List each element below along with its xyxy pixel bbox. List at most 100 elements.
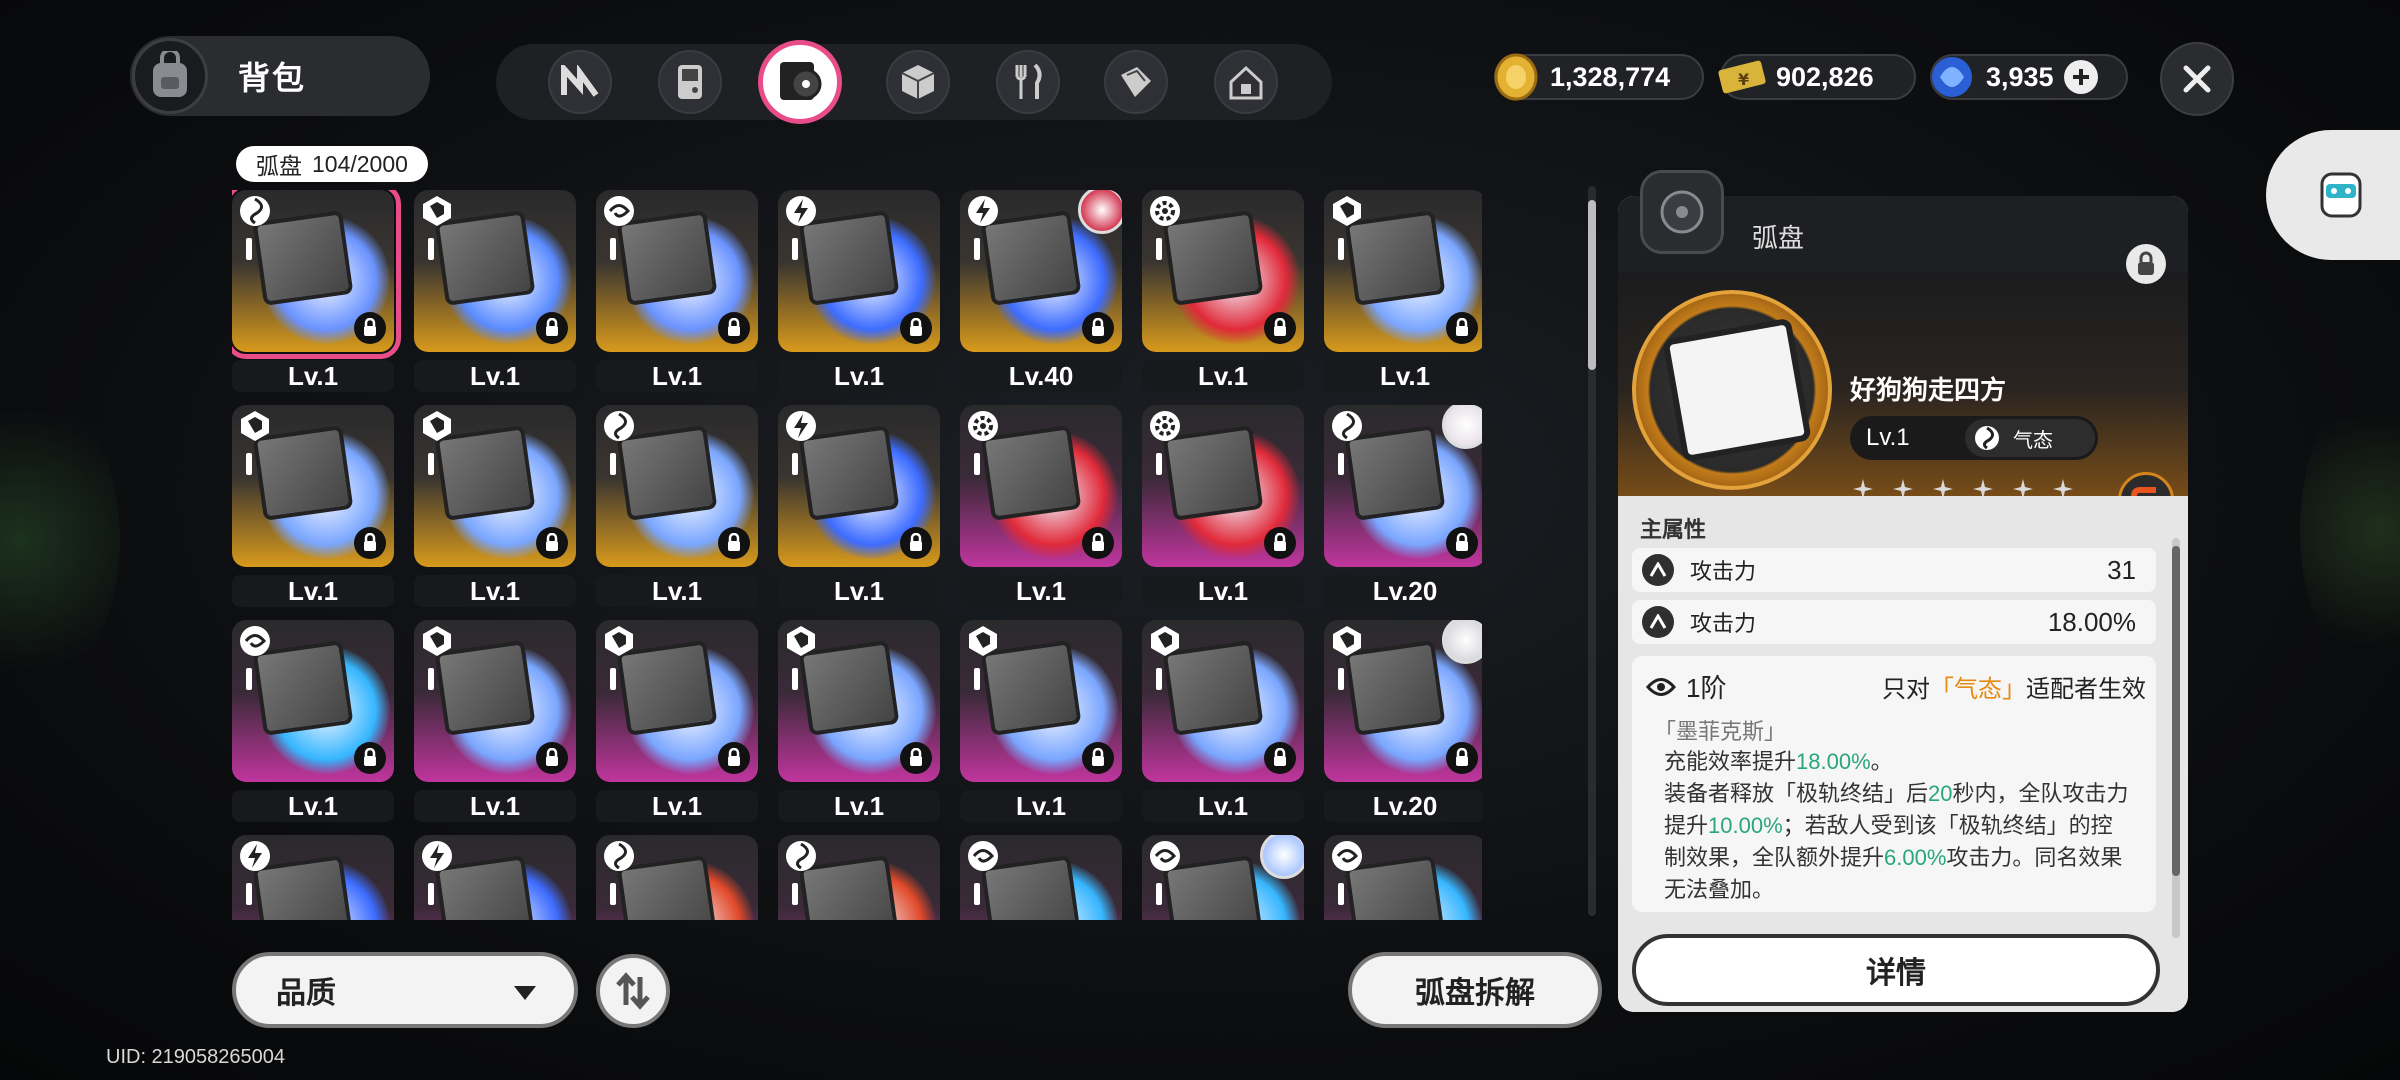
disc-item-cell[interactable]: Lv.1 bbox=[232, 405, 394, 607]
disc-item-cell[interactable]: Lv.1 bbox=[1142, 190, 1304, 392]
disc-item-card[interactable] bbox=[778, 190, 940, 352]
uid-label: UID: 219058265004 bbox=[106, 1046, 286, 1068]
inventory-scroll-thumb[interactable] bbox=[1588, 200, 1596, 370]
disc-item-cell[interactable]: Lv.1 bbox=[960, 405, 1122, 607]
disc-item-cell[interactable]: Lv.40 bbox=[960, 190, 1122, 392]
disc-item-cell[interactable]: Lv.1 bbox=[232, 620, 394, 822]
detail-scroll-thumb[interactable] bbox=[2172, 546, 2180, 876]
rank-mark bbox=[1338, 453, 1344, 475]
disc-item-cell[interactable]: Lv.1 bbox=[778, 405, 940, 607]
disc-item-cell[interactable] bbox=[960, 835, 1122, 920]
inventory-scrollbar[interactable] bbox=[1588, 186, 1596, 916]
tab-gameboy-icon[interactable] bbox=[658, 50, 722, 114]
disc-item-card[interactable] bbox=[1324, 620, 1482, 782]
tab-cube-icon[interactable] bbox=[886, 50, 950, 114]
disc-item-card[interactable] bbox=[960, 405, 1122, 567]
disc-item-card[interactable] bbox=[1324, 190, 1482, 352]
detail-scrollbar[interactable] bbox=[2172, 538, 2180, 938]
shield-hex-icon bbox=[1330, 194, 1364, 228]
disc-item-card[interactable] bbox=[1142, 620, 1304, 782]
disc-item-cell[interactable]: Lv.20 bbox=[1324, 620, 1482, 822]
side-assistant-button[interactable] bbox=[2266, 130, 2400, 260]
disc-item-cell[interactable]: Lv.1 bbox=[596, 620, 758, 822]
disc-item-card[interactable] bbox=[232, 620, 394, 782]
disc-item-cell[interactable] bbox=[1142, 835, 1304, 920]
disc-item-card[interactable] bbox=[1142, 405, 1304, 567]
disc-item-card[interactable] bbox=[960, 190, 1122, 352]
lock-icon bbox=[1446, 312, 1478, 344]
lock-icon bbox=[1264, 312, 1296, 344]
lock-icon bbox=[1264, 527, 1296, 559]
effect-value: 6.00% bbox=[1884, 845, 1947, 870]
background-glow-left bbox=[0, 380, 120, 700]
lock-icon bbox=[1264, 742, 1296, 774]
disc-item-card[interactable] bbox=[596, 405, 758, 567]
lock-icon bbox=[900, 742, 932, 774]
disc-item-cell[interactable]: Lv.1 bbox=[960, 620, 1122, 822]
disc-lock-toggle[interactable] bbox=[2126, 244, 2166, 284]
disc-item-card[interactable] bbox=[960, 835, 1122, 920]
disc-item-cell[interactable]: Lv.1 bbox=[414, 405, 576, 607]
disc-item-cell[interactable] bbox=[414, 835, 576, 920]
tab-n-logo-icon[interactable] bbox=[548, 50, 612, 114]
disc-item-card[interactable] bbox=[778, 835, 940, 920]
disc-item-level: Lv.1 bbox=[596, 575, 758, 607]
disc-item-cell[interactable]: Lv.20 bbox=[1324, 405, 1482, 607]
disc-item-card[interactable] bbox=[1324, 405, 1482, 567]
effect-value: 18.00% bbox=[1796, 749, 1871, 774]
rank-mark bbox=[428, 668, 434, 690]
disc-item-cell[interactable]: Lv.1 bbox=[596, 190, 758, 392]
tab-fork-knife-icon[interactable] bbox=[996, 50, 1060, 114]
disc-item-cell[interactable]: Lv.1 bbox=[414, 190, 576, 392]
disc-item-card[interactable] bbox=[1142, 190, 1304, 352]
disc-item-card[interactable] bbox=[778, 405, 940, 567]
disc-item-cell[interactable] bbox=[778, 835, 940, 920]
disc-item-cell[interactable]: Lv.1 bbox=[1142, 620, 1304, 822]
sort-order-button[interactable] bbox=[596, 954, 670, 1028]
disc-item-cell[interactable]: Lv.1 bbox=[1324, 190, 1482, 392]
category-tab-bar bbox=[496, 40, 1332, 124]
disc-item-card[interactable] bbox=[1142, 835, 1304, 920]
disc-item-card[interactable] bbox=[1324, 835, 1482, 920]
disc-item-card[interactable] bbox=[596, 835, 758, 920]
disc-item-card[interactable] bbox=[960, 620, 1122, 782]
dismantle-button[interactable]: 弧盘拆解 bbox=[1348, 952, 1602, 1028]
disc-item-card[interactable] bbox=[596, 190, 758, 352]
sort-select-label: 品质 bbox=[276, 977, 336, 1010]
effect-text-segment: 装备者释放「极轨终结」后 bbox=[1664, 781, 1929, 806]
disc-item-cell[interactable]: Lv.1 bbox=[596, 405, 758, 607]
rank-mark bbox=[246, 453, 252, 475]
disc-item-cell[interactable]: Lv.1 bbox=[232, 190, 401, 392]
disc-item-cell[interactable] bbox=[232, 835, 394, 920]
gear-icon bbox=[1148, 194, 1182, 228]
disc-item-cell[interactable]: Lv.1 bbox=[1142, 405, 1304, 607]
swirl-icon bbox=[1148, 839, 1182, 873]
lock-icon bbox=[1446, 527, 1478, 559]
disc-item-card[interactable] bbox=[778, 620, 940, 782]
sort-quality-select[interactable]: 品质 bbox=[232, 952, 578, 1028]
disc-item-card[interactable] bbox=[414, 835, 576, 920]
disc-item-card[interactable] bbox=[414, 190, 576, 352]
disc-item-cell[interactable] bbox=[1324, 835, 1482, 920]
disc-item-card[interactable] bbox=[414, 405, 576, 567]
disc-item-card[interactable] bbox=[232, 835, 394, 920]
disc-item-cell[interactable] bbox=[596, 835, 758, 920]
shield-hex-icon bbox=[966, 624, 1000, 658]
tab-disc-icon[interactable] bbox=[758, 40, 842, 124]
crystal-icon bbox=[1932, 57, 1972, 97]
bag-title-chip: 背包 bbox=[130, 36, 430, 116]
close-button[interactable] bbox=[2160, 42, 2234, 116]
add-currency-button[interactable] bbox=[2063, 60, 2098, 94]
tab-card-stack-icon[interactable] bbox=[1104, 50, 1168, 114]
disc-item-cell[interactable]: Lv.1 bbox=[414, 620, 576, 822]
disc-item-cell[interactable]: Lv.1 bbox=[778, 620, 940, 822]
disc-item-card[interactable] bbox=[596, 620, 758, 782]
details-button[interactable]: 详情 bbox=[1632, 934, 2160, 1006]
disc-item-card[interactable] bbox=[232, 405, 394, 567]
disc-item-card[interactable] bbox=[232, 190, 401, 359]
disc-item-cell[interactable]: Lv.1 bbox=[778, 190, 940, 392]
lock-icon bbox=[900, 312, 932, 344]
tab-home-icon[interactable] bbox=[1214, 50, 1278, 114]
rank-mark bbox=[246, 883, 252, 905]
disc-item-card[interactable] bbox=[414, 620, 576, 782]
